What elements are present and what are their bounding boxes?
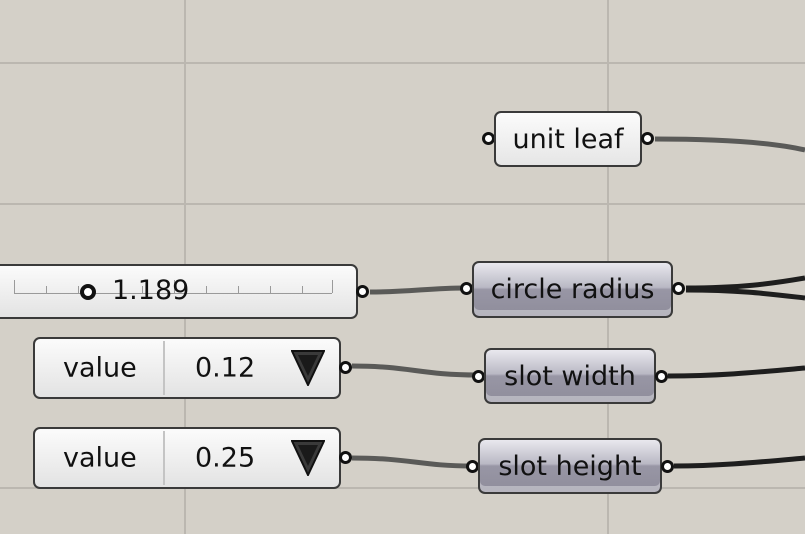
value-list-selected: 0.25 [195, 442, 256, 474]
wire-list-to-slot-width [351, 363, 479, 378]
unit-leaf-label: unit leaf [512, 123, 624, 155]
wire-slot-width-out [667, 365, 805, 379]
slot-width-label: slot width [504, 360, 636, 392]
slider-tick [238, 286, 239, 293]
value-list-label: value [63, 352, 137, 384]
value-list-label: value [63, 442, 137, 474]
wire-slot-height-out [673, 455, 805, 469]
slider-tick [270, 286, 271, 293]
port-circle-icon[interactable] [672, 282, 685, 295]
port-circle-icon[interactable] [655, 370, 668, 383]
slider-knob[interactable] [80, 284, 96, 300]
wire-list-to-slot-height [351, 455, 473, 469]
wire-circle-radius-out-b [685, 287, 805, 301]
value-list-1[interactable]: value 0.12 [33, 337, 341, 399]
value-list-selected: 0.12 [195, 352, 256, 384]
port-circle-icon[interactable] [339, 451, 352, 464]
circle-radius-node[interactable]: circle radius [472, 261, 673, 318]
wire-unit-leaf-out [654, 136, 805, 153]
port-circle-icon[interactable] [339, 361, 352, 374]
value-list-2[interactable]: value 0.25 [33, 427, 341, 489]
slot-height-node[interactable]: slot height [478, 438, 662, 494]
dropdown-triangle-icon[interactable] [291, 350, 325, 386]
slider-tick [302, 286, 303, 293]
slider-value: 1.189 [112, 275, 190, 306]
wire-slider-to-circle-radius [369, 285, 466, 295]
divider [163, 341, 165, 395]
port-circle-icon[interactable] [641, 132, 654, 145]
slider-tick [14, 280, 15, 293]
slot-height-label: slot height [498, 450, 642, 482]
number-slider[interactable]: 1.189 [0, 264, 358, 319]
divider [163, 431, 165, 485]
wire-circle-radius-out-a [685, 275, 805, 291]
port-circle-icon[interactable] [356, 285, 369, 298]
grasshopper-canvas[interactable]: unit leaf 1.189 circle radius value 0.12 [0, 0, 805, 534]
slider-tick [46, 286, 47, 293]
port-circle-icon[interactable] [661, 460, 674, 473]
slot-width-node[interactable]: slot width [484, 348, 656, 404]
slider-tick [78, 286, 79, 293]
dropdown-triangle-icon[interactable] [291, 440, 325, 476]
slider-tick [206, 286, 207, 293]
unit-leaf-node[interactable]: unit leaf [494, 111, 642, 167]
circle-radius-label: circle radius [490, 274, 655, 305]
slider-tick [332, 280, 333, 293]
